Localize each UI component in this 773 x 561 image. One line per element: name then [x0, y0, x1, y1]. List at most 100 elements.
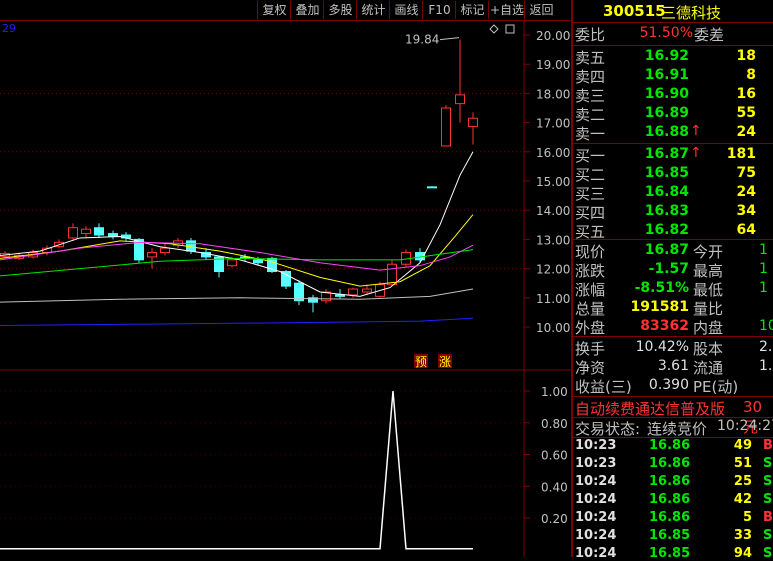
ask-label: 卖四 [575, 68, 606, 86]
toolbar-button-5[interactable]: F10 [422, 1, 456, 19]
weicha-label: 委差 [694, 26, 725, 44]
fund-divider [573, 396, 773, 397]
indicator-line [0, 390, 473, 550]
candle-body [455, 94, 465, 105]
ask-label: 卖五 [575, 49, 606, 67]
indicator-axis-label: 0.40 [541, 480, 568, 494]
stat-value-2: 10 [759, 318, 773, 334]
tick-volume: 49 [733, 438, 752, 453]
weibi-label: 委比 [575, 26, 606, 44]
candle-body [147, 252, 157, 258]
weibi-value: 51.50% [639, 25, 693, 41]
stat-label-2: 量比 [693, 300, 724, 318]
ma10-line [0, 214, 474, 287]
toolbar-button-1[interactable]: 叠加 [290, 1, 324, 19]
toolbar-button-2[interactable]: 多股 [323, 1, 357, 19]
candle-body [387, 263, 397, 286]
candle-body [335, 294, 345, 297]
tick-time: 10:24 [575, 546, 617, 561]
stat-label-2: 内盘 [693, 319, 724, 337]
candle-body [81, 228, 91, 235]
tick-volume: 42 [733, 492, 752, 507]
tick-time: 10:23 [575, 456, 617, 471]
tick-price: 16.86 [649, 438, 691, 453]
bid-label: 买二 [575, 166, 606, 184]
bid-label: 买一 [575, 147, 606, 165]
book-divider [573, 143, 773, 144]
toolbar-button-8[interactable]: 返回 [524, 1, 558, 19]
ask-volume: 24 [736, 124, 756, 140]
bid-label: 买三 [575, 185, 606, 203]
bid-price: 16.84 [644, 184, 689, 200]
bid-volume: 24 [736, 184, 756, 200]
ask-price: 16.88 [644, 124, 689, 140]
stat-label: 涨跌 [575, 262, 606, 280]
price-axis-label: 19.00 [536, 58, 570, 72]
bid-price: 16.82 [644, 222, 689, 238]
fund-value: 0.390 [648, 377, 689, 393]
stat-value: 191581 [630, 299, 689, 315]
indicator-axis-label: 0.60 [541, 449, 568, 463]
tick-side: S [763, 456, 773, 471]
fund-label-2: 流通 [693, 359, 724, 377]
ma120-line [0, 317, 474, 327]
candle-body [281, 271, 291, 287]
stat-label: 涨幅 [575, 281, 606, 299]
quote-panel: 300515 三德科技 委比 51.50% 委差 卖五 16.92 18 卖四 16.91 8 卖三 1… [573, 0, 773, 561]
trade-status-time: 10:24:27 [717, 418, 773, 434]
candle-body [468, 117, 478, 127]
stat-value: -8.51% [634, 280, 689, 296]
tick-side: S [763, 474, 773, 489]
up-arrow-icon: ↑ [690, 123, 702, 139]
diamond-icon [489, 24, 499, 34]
peak-arrow-line [439, 37, 460, 41]
ask-label: 卖一 [575, 125, 606, 143]
price-axis-label: 20.00 [536, 29, 570, 43]
toolbar-button-0[interactable]: 复权 [257, 1, 291, 19]
marker-label: 涨 [439, 354, 451, 369]
price-axis-label: 10.00 [536, 321, 570, 335]
toolbar-button-7[interactable]: +自选 [488, 1, 525, 19]
tick-volume: 33 [733, 528, 752, 543]
chart-toolbar: 复权 叠加 多股 统计 画线 F10 标记 +自选 返回 [0, 0, 571, 20]
toolbar-button-3[interactable]: 统计 [356, 1, 390, 19]
stats-divider [573, 336, 773, 337]
bid-volume: 34 [736, 203, 756, 219]
tick-price: 16.85 [649, 528, 691, 543]
stat-value-2: 1 [759, 280, 768, 296]
candle-body [362, 288, 372, 293]
tick-price: 16.86 [649, 510, 691, 525]
bid-divider [573, 239, 773, 240]
toolbar-button-4[interactable]: 画线 [389, 1, 423, 19]
candle-body [94, 227, 104, 236]
indicator-axis-label: 1.00 [541, 385, 568, 399]
candle-body [348, 288, 358, 296]
bid-volume: 64 [736, 222, 756, 238]
toolbar-button-6[interactable]: 标记 [455, 1, 489, 19]
header-divider [573, 22, 773, 23]
candle-body [427, 186, 437, 189]
kline-chart[interactable]: 20.00 19.00 18.00 17.00 16.00 15.00 14.00 13.00… [0, 21, 571, 557]
candle-body [108, 233, 118, 237]
ask-volume: 18 [736, 48, 756, 64]
tick-time: 10:24 [575, 510, 617, 525]
fund-label: 净资 [575, 359, 606, 377]
fund-label: 换手 [575, 340, 606, 358]
tick-price: 16.86 [649, 492, 691, 507]
tick-price: 16.86 [649, 474, 691, 489]
fund-value: 3.61 [657, 358, 689, 374]
tick-price: 16.86 [649, 456, 691, 471]
promo-link[interactable]: 自动续费通达信普及版 [575, 398, 725, 419]
tick-time: 10:24 [575, 528, 617, 543]
price-axis-label: 17.00 [536, 117, 570, 131]
indicator-axis-label: 0.20 [541, 512, 568, 526]
tick-volume: 51 [733, 456, 752, 471]
bid-price: 16.85 [644, 165, 689, 181]
tick-volume: 25 [733, 474, 752, 489]
fund-label-2: 股本 [693, 340, 724, 358]
tick-side: B [763, 438, 773, 453]
ask-price: 16.91 [644, 67, 689, 83]
tick-side: S [763, 546, 773, 561]
candle-body [160, 247, 170, 254]
stat-label-2: 最高 [693, 262, 724, 280]
